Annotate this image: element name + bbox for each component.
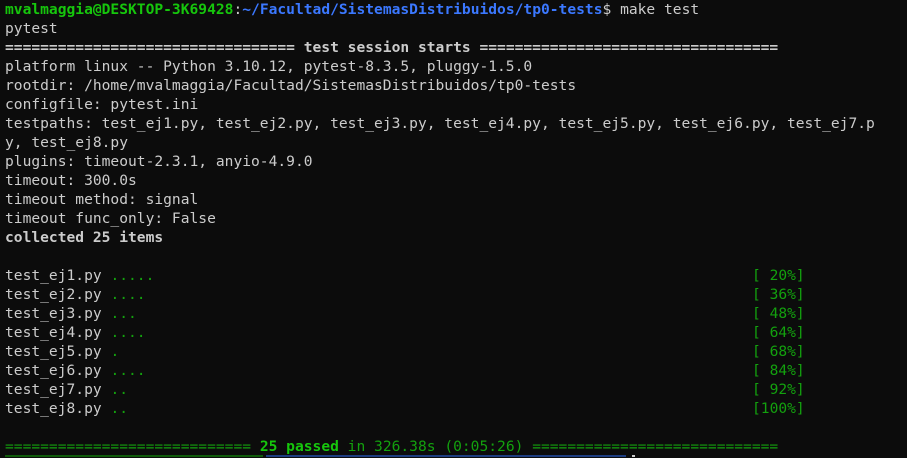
session-start-header: ================================= test s… xyxy=(5,38,905,57)
cursor xyxy=(632,455,635,457)
test-file-name: test_ej6.py xyxy=(5,362,102,379)
cutoff-prompt-user xyxy=(5,455,263,457)
test-progress: [ 20%] xyxy=(752,267,805,284)
test-file-name: test_ej3.py xyxy=(5,305,102,322)
summary-passed: 25 passed xyxy=(259,438,339,455)
output-testpaths-wrap: y, test_ej8.py xyxy=(5,134,129,151)
output-testpaths: testpaths: test_ej1.py, test_ej2.py, tes… xyxy=(5,115,875,132)
output-timeout: timeout: 300.0s xyxy=(5,172,137,189)
prompt-separator: : xyxy=(233,1,243,18)
test-progress: [100%] xyxy=(752,400,805,417)
test-result-row: test_ej3.py ... [ 48%] xyxy=(5,304,905,323)
test-progress: [ 48%] xyxy=(752,305,805,322)
session-start-rule-left: ================================= xyxy=(5,39,304,56)
test-file-name: test_ej4.py xyxy=(5,324,102,341)
prompt-command: make test xyxy=(620,1,700,18)
session-start-title: test session starts xyxy=(303,39,471,56)
output-rootdir: rootdir: /home/mvalmaggia/Facultad/Siste… xyxy=(5,77,577,94)
test-dots: . xyxy=(110,343,120,360)
test-result-row: test_ej4.py .... [ 64%] xyxy=(5,323,905,342)
test-progress: [ 36%] xyxy=(752,286,805,303)
test-result-row: test_ej1.py ..... [ 20%] xyxy=(5,266,905,285)
test-result-row: test_ej7.py .. [ 92%] xyxy=(5,380,905,399)
test-dots: ... xyxy=(110,305,137,322)
test-result-row: test_ej6.py .... [ 84%] xyxy=(5,361,905,380)
output-timeout-method: timeout method: signal xyxy=(5,191,199,208)
output-pytest: pytest xyxy=(5,20,58,37)
prompt-user-host: mvalmaggia@DESKTOP-3K69428 xyxy=(5,1,234,18)
test-file-name: test_ej1.py xyxy=(5,267,102,284)
test-dots: .... xyxy=(110,324,146,341)
output-plugins: plugins: timeout-2.3.1, anyio-4.9.0 xyxy=(5,153,313,170)
next-prompt-cutoff xyxy=(0,454,907,458)
prompt-symbol: $ xyxy=(602,1,621,18)
test-file-name: test_ej5.py xyxy=(5,343,102,360)
test-progress: [ 92%] xyxy=(752,381,805,398)
test-file-name: test_ej7.py xyxy=(5,381,102,398)
test-result-row: test_ej2.py .... [ 36%] xyxy=(5,285,905,304)
output-timeout-func-only: timeout func_only: False xyxy=(5,210,216,227)
output-platform: platform linux -- Python 3.10.12, pytest… xyxy=(5,58,533,75)
test-progress: [ 68%] xyxy=(752,343,805,360)
terminal-output: mvalmaggia@DESKTOP-3K69428:~/Facultad/Si… xyxy=(5,0,905,456)
test-dots: .. xyxy=(110,400,129,417)
terminal-window[interactable]: { "prompt": { "user_host": "mvalmaggia@D… xyxy=(0,0,907,458)
output-collected: collected 25 items xyxy=(5,229,164,246)
summary-rule-right: ============================ xyxy=(532,438,779,455)
summary-timing: in 326.38s (0:05:26) xyxy=(338,438,533,455)
test-result-row: test_ej5.py . [ 68%] xyxy=(5,342,905,361)
test-dots: .. xyxy=(110,381,129,398)
test-dots: .... xyxy=(110,362,146,379)
output-configfile: configfile: pytest.ini xyxy=(5,96,199,113)
test-file-name: test_ej2.py xyxy=(5,286,102,303)
cutoff-prompt-path xyxy=(266,455,626,457)
summary-rule-left: ============================ xyxy=(5,438,260,455)
test-dots: .... xyxy=(110,286,146,303)
test-progress: [ 64%] xyxy=(752,324,805,341)
prompt-path: ~/Facultad/SistemasDistribuidos/tp0-test… xyxy=(242,1,603,18)
test-dots: ..... xyxy=(110,267,155,284)
test-file-name: test_ej8.py xyxy=(5,400,102,417)
shell-prompt-line: mvalmaggia@DESKTOP-3K69428:~/Facultad/Si… xyxy=(5,0,905,19)
session-start-rule-right: ================================== xyxy=(470,39,779,56)
test-result-row: test_ej8.py .. [100%] xyxy=(5,399,905,418)
test-progress: [ 84%] xyxy=(752,362,805,379)
